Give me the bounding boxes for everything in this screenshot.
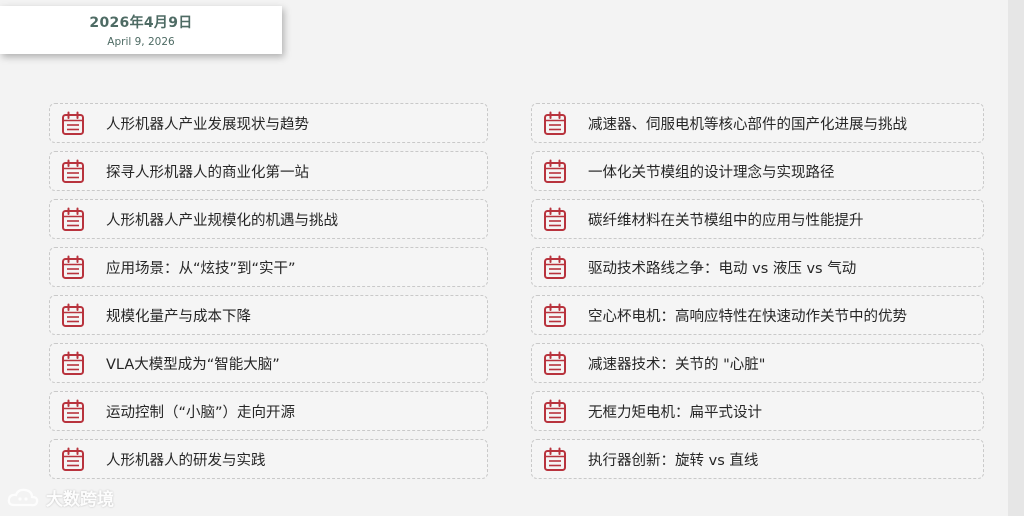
- topic-label: 一体化关节模组的设计理念与实现路径: [588, 164, 835, 181]
- topic-item[interactable]: 探寻人形机器人的商业化第一站: [49, 151, 488, 191]
- topic-item[interactable]: 减速器技术：关节的 "心脏": [531, 343, 984, 383]
- calendar-list-icon: [60, 302, 86, 328]
- left-topic-list: 人形机器人产业发展现状与趋势 探寻人形机器人的商业化第一站人形机器人产业规模化的机…: [49, 103, 488, 487]
- calendar-list-icon: [60, 350, 86, 376]
- topic-label: 无框力矩电机：扁平式设计: [588, 404, 762, 421]
- topic-item[interactable]: VLA大模型成为“智能大脑”: [49, 343, 488, 383]
- calendar-list-icon: [60, 206, 86, 232]
- topic-item[interactable]: 人形机器人产业发展现状与趋势: [49, 103, 488, 143]
- calendar-list-icon: [60, 398, 86, 424]
- calendar-list-icon: [542, 206, 568, 232]
- calendar-list-icon: [60, 110, 86, 136]
- topic-item[interactable]: 驱动技术路线之争：电动 vs 液压 vs 气动: [531, 247, 984, 287]
- topic-item[interactable]: 应用场景：从“炫技”到“实干”: [49, 247, 488, 287]
- topic-label: 应用场景：从“炫技”到“实干”: [106, 260, 296, 277]
- right-edge-strip: [1008, 0, 1024, 516]
- topic-label: 执行器创新：旋转 vs 直线: [588, 452, 759, 469]
- calendar-list-icon: [542, 446, 568, 472]
- calendar-list-icon: [542, 398, 568, 424]
- date-chinese: 2026年4月9日: [89, 15, 193, 31]
- topic-item[interactable]: 规模化量产与成本下降: [49, 295, 488, 335]
- calendar-list-icon: [542, 110, 568, 136]
- topic-label: 人形机器人产业发展现状与趋势: [106, 116, 309, 133]
- topic-item[interactable]: 人形机器人产业规模化的机遇与挑战: [49, 199, 488, 239]
- calendar-list-icon: [60, 446, 86, 472]
- watermark: 大数跨境: [6, 485, 114, 510]
- topic-label: 人形机器人的研发与实践: [106, 452, 266, 469]
- topic-item[interactable]: 减速器、伺服电机等核心部件的国产化进展与挑战: [531, 103, 984, 143]
- topic-item[interactable]: 一体化关节模组的设计理念与实现路径: [531, 151, 984, 191]
- calendar-list-icon: [542, 350, 568, 376]
- topic-label: 减速器技术：关节的 "心脏": [588, 356, 766, 373]
- topic-label: VLA大模型成为“智能大脑”: [106, 356, 280, 373]
- calendar-list-icon: [60, 158, 86, 184]
- topic-label: 空心杯电机：高响应特性在快速动作关节中的优势: [588, 308, 907, 325]
- topic-label: 规模化量产与成本下降: [106, 308, 251, 325]
- calendar-list-icon: [542, 302, 568, 328]
- topic-item[interactable]: 无框力矩电机：扁平式设计: [531, 391, 984, 431]
- topic-item[interactable]: 运动控制（“小脑”）走向开源: [49, 391, 488, 431]
- date-card: 2026年4月9日 April 9, 2026: [0, 6, 282, 54]
- topic-label: 驱动技术路线之争：电动 vs 液压 vs 气动: [588, 260, 857, 277]
- watermark-text: 大数跨境: [46, 490, 114, 510]
- topic-item[interactable]: 碳纤维材料在关节模组中的应用与性能提升: [531, 199, 984, 239]
- topic-item[interactable]: 空心杯电机：高响应特性在快速动作关节中的优势: [531, 295, 984, 335]
- calendar-list-icon: [60, 254, 86, 280]
- right-topic-list: 减速器、伺服电机等核心部件的国产化进展与挑战 一体化关节模组的设计理念与实现路径碳…: [531, 103, 984, 487]
- topic-item[interactable]: 执行器创新：旋转 vs 直线: [531, 439, 984, 479]
- calendar-list-icon: [542, 254, 568, 280]
- topic-label: 减速器、伺服电机等核心部件的国产化进展与挑战: [588, 116, 907, 133]
- topic-label: 运动控制（“小脑”）走向开源: [106, 404, 296, 421]
- date-english: April 9, 2026: [107, 36, 175, 48]
- cloud-logo-icon: [7, 488, 39, 506]
- topic-label: 人形机器人产业规模化的机遇与挑战: [106, 212, 338, 229]
- calendar-list-icon: [542, 158, 568, 184]
- topic-label: 碳纤维材料在关节模组中的应用与性能提升: [588, 212, 864, 229]
- topic-item[interactable]: 人形机器人的研发与实践: [49, 439, 488, 479]
- topic-label: 探寻人形机器人的商业化第一站: [106, 164, 309, 181]
